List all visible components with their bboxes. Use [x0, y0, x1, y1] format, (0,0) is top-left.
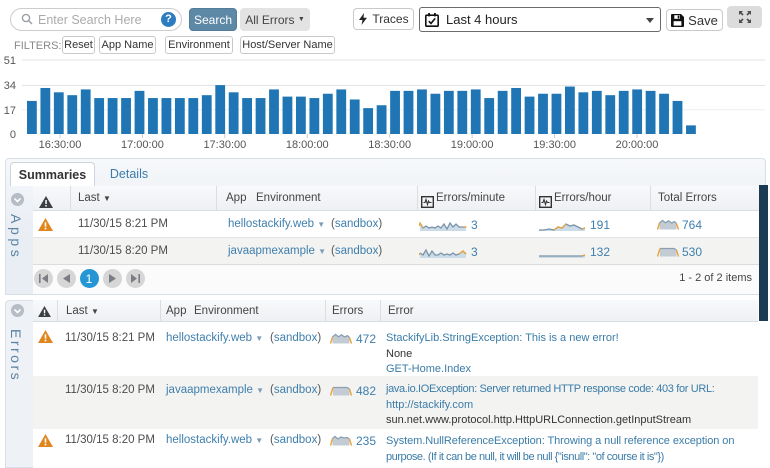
svg-text:51: 51 — [4, 56, 16, 67]
svg-text:34: 34 — [4, 80, 16, 92]
svg-text:17: 17 — [4, 105, 16, 117]
